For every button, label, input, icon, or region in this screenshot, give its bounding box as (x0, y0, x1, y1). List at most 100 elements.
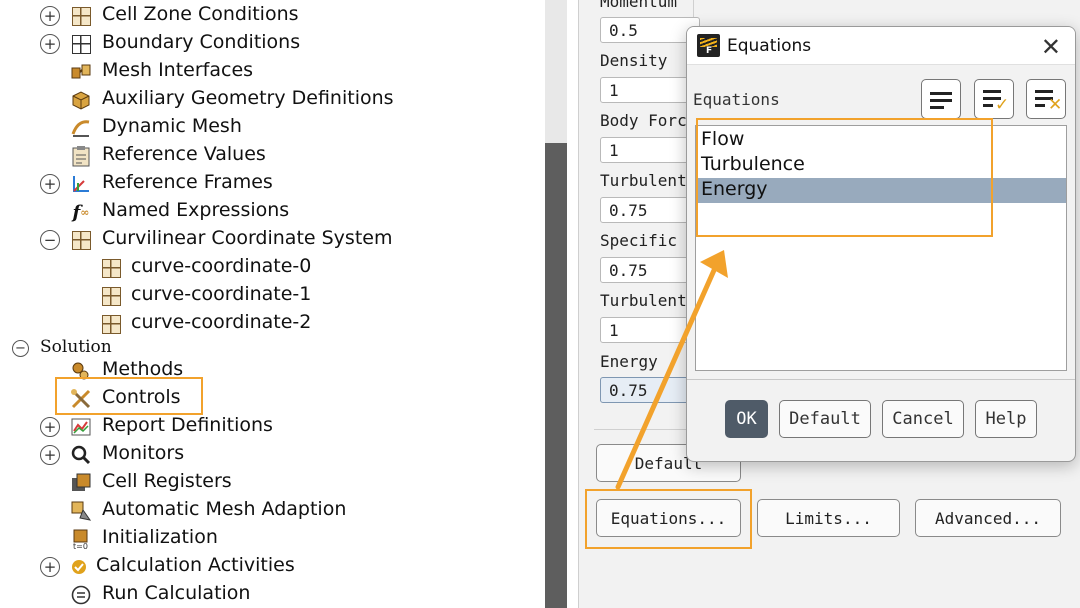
tree-item-label: Mesh Interfaces (102, 59, 254, 81)
cell-registers-icon (70, 472, 92, 494)
tree-item-cell-registers[interactable]: Cell Registers (0, 469, 545, 497)
run-calculation-icon (70, 584, 92, 606)
tree-item-report-definitions[interactable]: + Report Definitions (0, 413, 545, 441)
help-button[interactable]: Help (975, 400, 1037, 438)
select-all-button[interactable]: ✓ (974, 79, 1014, 119)
cancel-button[interactable]: Cancel (882, 400, 964, 438)
tree-item-run-calculation[interactable]: Run Calculation (0, 581, 545, 608)
deselect-all-button[interactable]: ✕ (1026, 79, 1066, 119)
expand-icon[interactable]: + (40, 34, 60, 54)
expand-icon[interactable]: + (40, 6, 60, 26)
tree-item-calculation-activities[interactable]: + Calculation Activities (0, 553, 545, 581)
momentum-input[interactable]: 0.5 (600, 17, 700, 43)
tree-item-label: Monitors (102, 442, 185, 464)
expand-icon[interactable]: + (40, 174, 60, 194)
cube-icon (70, 89, 92, 111)
turbulent-viscosity-input[interactable]: 1 (600, 317, 700, 343)
tree-item-auxiliary-geometry[interactable]: Auxiliary Geometry Definitions (0, 86, 545, 114)
grid-icon (100, 257, 122, 279)
grid-icon (100, 285, 122, 307)
tree-item-label: Named Expressions (102, 199, 290, 221)
tree-item-label: Dynamic Mesh (102, 115, 242, 137)
tree-item-label: Automatic Mesh Adaption (102, 498, 347, 520)
report-icon (70, 416, 92, 438)
expand-icon[interactable]: + (40, 557, 60, 577)
advanced-button[interactable]: Advanced... (915, 499, 1061, 537)
equations-button-highlight-box (585, 489, 752, 549)
equations-dialog: F Equations ✕ Equations ✓ ✕ Flow Turbule… (686, 26, 1076, 462)
tree-item-boundary-conditions[interactable]: + Boundary Conditions (0, 30, 545, 58)
expand-icon[interactable]: + (40, 445, 60, 465)
tree-item-label: Initialization (102, 526, 218, 548)
expand-icon[interactable]: + (40, 417, 60, 437)
field-label-momentum: Momentum (600, 0, 678, 11)
tree-item-mesh-interfaces[interactable]: Mesh Interfaces (0, 58, 545, 86)
tree-item-automatic-mesh-adaption[interactable]: Automatic Mesh Adaption (0, 497, 545, 525)
tree-item-label: Reference Values (102, 143, 266, 165)
dynamic-mesh-icon (70, 117, 92, 139)
outline-tree: + Cell Zone Conditions + Boundary Condit… (0, 0, 545, 608)
collapse-icon[interactable]: − (40, 230, 60, 250)
ok-button[interactable]: OK (725, 400, 768, 438)
grid-icon (100, 313, 122, 335)
tree-item-label: curve-coordinate-1 (131, 283, 312, 305)
tree-item-reference-frames[interactable]: + Reference Frames (0, 170, 545, 198)
tree-item-label: Cell Zone Conditions (102, 3, 299, 25)
grid-icon (70, 33, 92, 55)
dialog-separator (687, 379, 1075, 380)
tree-item-label: curve-coordinate-2 (131, 311, 312, 333)
mesh-adaption-icon (70, 500, 92, 522)
initialization-icon: t=0 (70, 528, 92, 550)
tree-item-curve-coordinate-0[interactable]: curve-coordinate-0 (0, 254, 545, 282)
tree-item-label: Curvilinear Coordinate System (102, 227, 393, 249)
equations-list-highlight-box (696, 118, 993, 237)
tree-item-reference-values[interactable]: Reference Values (0, 142, 545, 170)
grid-icon (70, 5, 92, 27)
specific-dissipation-input[interactable]: 0.75 (600, 257, 700, 283)
field-label-turbulent-viscosity: Turbulent (600, 291, 687, 310)
density-input[interactable]: 1 (600, 77, 700, 103)
function-icon: f ∞ (72, 201, 90, 223)
close-icon[interactable]: ✕ (1041, 33, 1061, 61)
clipboard-icon (70, 145, 92, 167)
fluent-logo-icon: F (697, 34, 720, 57)
dialog-default-button[interactable]: Default (779, 400, 871, 438)
axes-icon (70, 173, 92, 195)
tree-item-dynamic-mesh[interactable]: Dynamic Mesh (0, 114, 545, 142)
tree-item-monitors[interactable]: + Monitors (0, 441, 545, 469)
field-label-body-forces: Body Forc (600, 111, 687, 130)
activities-icon (68, 556, 90, 578)
tree-item-label: Report Definitions (102, 414, 273, 436)
mesh-interfaces-icon (70, 61, 92, 83)
turbulent-kinetic-energy-input[interactable]: 0.75 (600, 197, 700, 223)
dialog-title: Equations (727, 36, 812, 56)
tree-item-label: Boundary Conditions (102, 31, 301, 53)
field-label-turbulent-kinetic-energy: Turbulent (600, 171, 687, 190)
tree-item-label: Cell Registers (102, 470, 232, 492)
energy-input[interactable]: 0.75 (600, 377, 700, 403)
tree-item-label: curve-coordinate-0 (131, 255, 312, 277)
tree-item-curve-coordinate-1[interactable]: curve-coordinate-1 (0, 282, 545, 310)
controls-highlight-box (55, 377, 203, 415)
svg-text:t=0: t=0 (73, 542, 88, 550)
field-label-density: Density (600, 51, 668, 70)
tree-item-named-expressions[interactable]: f ∞ Named Expressions (0, 198, 545, 226)
tree-item-curvilinear-coordinate-system[interactable]: − Curvilinear Coordinate System (0, 226, 545, 254)
tree-item-initialization[interactable]: t=0 Initialization (0, 525, 545, 553)
tree-item-label: Solution (40, 337, 112, 357)
collapse-icon[interactable]: − (12, 339, 29, 357)
list-options-button[interactable] (921, 79, 961, 119)
body-forces-input[interactable]: 1 (600, 137, 700, 163)
dialog-titlebar[interactable]: F Equations ✕ (687, 27, 1075, 65)
equations-list-label: Equations (693, 90, 780, 109)
tree-item-label: Reference Frames (102, 171, 273, 193)
tree-item-label: Auxiliary Geometry Definitions (102, 87, 394, 109)
field-label-energy: Energy (600, 352, 658, 371)
grid-icon (70, 229, 92, 251)
tree-scrollbar-thumb[interactable] (545, 143, 567, 608)
tree-item-cell-zone-conditions[interactable]: + Cell Zone Conditions (0, 2, 545, 30)
magnifier-icon (70, 444, 92, 466)
tree-item-label: Calculation Activities (96, 554, 295, 576)
limits-button[interactable]: Limits... (757, 499, 900, 537)
field-label-specific-dissipation: Specific (600, 231, 678, 250)
